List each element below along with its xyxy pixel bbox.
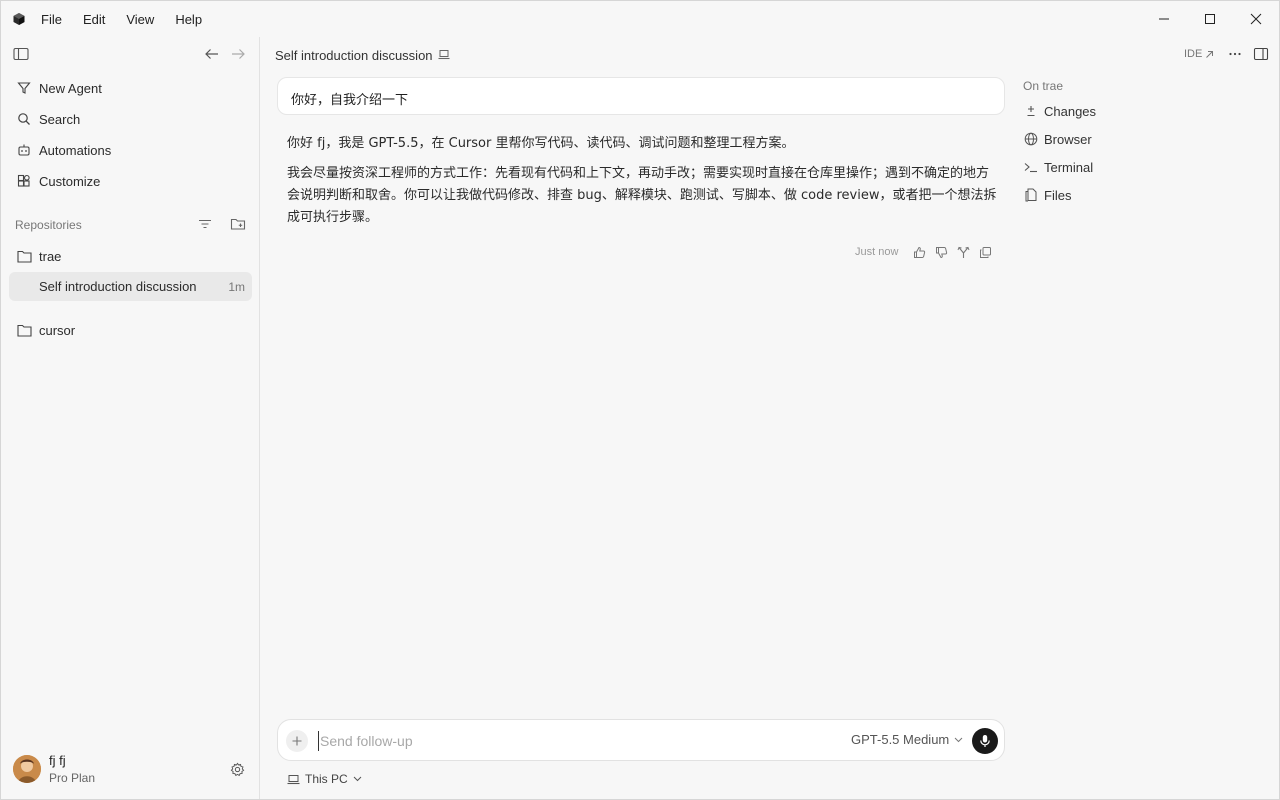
context-terminal[interactable]: Terminal xyxy=(1023,156,1093,178)
repo-cursor[interactable]: cursor xyxy=(9,316,252,344)
environment-selector[interactable]: This PC xyxy=(287,772,362,786)
nav-label: Search xyxy=(39,111,81,127)
open-in-ide-button[interactable]: IDE xyxy=(1184,48,1214,60)
repo-name: trae xyxy=(39,248,62,264)
nav-customize[interactable]: Customize xyxy=(9,167,252,195)
maximize-icon xyxy=(1205,14,1215,24)
laptop-icon xyxy=(287,774,300,784)
minimize-button[interactable] xyxy=(1141,1,1187,37)
window-controls xyxy=(1141,1,1279,37)
menu-bar: File Edit View Help xyxy=(41,1,223,37)
title-bar: File Edit View Help xyxy=(1,1,1279,37)
user-plan: Pro Plan xyxy=(49,771,96,785)
copy-button[interactable] xyxy=(974,242,996,262)
app-logo-icon xyxy=(13,13,25,25)
thumbs-down-icon xyxy=(935,246,948,258)
close-icon xyxy=(1250,13,1262,25)
context-label: On trae xyxy=(1023,79,1064,93)
folder-icon xyxy=(15,247,33,265)
maximize-button[interactable] xyxy=(1187,1,1233,37)
right-panel-toggle-icon[interactable] xyxy=(1253,46,1269,62)
nav-new-agent[interactable]: New Agent xyxy=(9,74,252,102)
chat-age: 1m xyxy=(228,279,245,294)
funnel-icon xyxy=(15,79,33,97)
more-options-icon[interactable] xyxy=(1227,46,1243,62)
search-icon xyxy=(15,110,33,128)
blocks-icon xyxy=(15,172,33,190)
chat-item-self-introduction[interactable]: Self introduction discussion 1m xyxy=(9,272,252,301)
main-panel: Self introduction discussion IDE 你好，自我介绍… xyxy=(261,37,1279,799)
message-timestamp: Just now xyxy=(855,246,899,258)
user-message-text: 你好，自我介绍一下 xyxy=(291,93,409,108)
menu-edit[interactable]: Edit xyxy=(83,12,114,27)
model-label: GPT-5.5 Medium xyxy=(851,732,950,747)
filter-icon[interactable] xyxy=(197,216,213,232)
user-profile[interactable]: fj fj Pro Plan xyxy=(13,753,253,789)
folder-icon xyxy=(15,321,33,339)
forward-arrow-icon[interactable] xyxy=(230,47,246,61)
model-selector[interactable]: GPT-5.5 Medium xyxy=(851,732,963,747)
environment-label: This PC xyxy=(305,772,348,786)
nav-label: Automations xyxy=(39,142,112,158)
nav-label: Customize xyxy=(39,173,101,189)
user-name: fj fj xyxy=(49,753,66,768)
assistant-message: 你好 fj，我是 GPT-5.5，在 Cursor 里帮你写代码、读代码、调试问… xyxy=(287,133,999,229)
gear-icon[interactable] xyxy=(230,762,245,777)
branch-icon xyxy=(957,246,970,258)
add-attachment-button[interactable] xyxy=(286,730,308,752)
robot-icon xyxy=(15,141,33,159)
repo-trae[interactable]: trae xyxy=(9,242,252,270)
thread-title: Self introduction discussion xyxy=(275,48,433,63)
composer: GPT-5.5 Medium xyxy=(277,719,1005,761)
menu-help[interactable]: Help xyxy=(175,12,211,27)
context-files[interactable]: Files xyxy=(1023,184,1071,206)
thumbs-down-button[interactable] xyxy=(930,242,952,262)
nav-automations[interactable]: Automations xyxy=(9,136,252,164)
sidebar-toggle-icon[interactable] xyxy=(13,47,29,61)
user-message: 你好，自我介绍一下 xyxy=(277,77,1005,115)
context-browser[interactable]: Browser xyxy=(1023,128,1092,150)
thumbs-up-button[interactable] xyxy=(908,242,930,262)
sidebar: New Agent Search Automations Customize R… xyxy=(1,37,260,799)
chevron-down-icon xyxy=(353,776,362,782)
context-item-label: Changes xyxy=(1044,103,1097,119)
terminal-icon xyxy=(1023,159,1039,175)
voice-input-button[interactable] xyxy=(972,728,998,754)
assistant-paragraph: 我会尽量按资深工程师的方式工作：先看现有代码和上下文，再动手改；需要实现时直接在… xyxy=(287,166,997,225)
chat-title: Self introduction discussion xyxy=(39,279,197,294)
sidebar-toolbar xyxy=(1,37,260,73)
avatar xyxy=(13,755,41,783)
follow-up-input[interactable] xyxy=(318,731,798,751)
nav-label: New Agent xyxy=(39,80,102,96)
external-arrow-icon xyxy=(1206,50,1214,58)
context-item-label: Terminal xyxy=(1044,159,1094,175)
files-icon xyxy=(1023,187,1039,203)
copy-icon xyxy=(979,246,991,258)
ide-label: IDE xyxy=(1184,48,1203,60)
laptop-icon xyxy=(438,50,450,60)
microphone-icon xyxy=(980,735,990,747)
back-arrow-icon[interactable] xyxy=(204,47,220,61)
plus-icon xyxy=(292,736,302,746)
new-folder-icon[interactable] xyxy=(230,216,246,232)
menu-view[interactable]: View xyxy=(126,12,163,27)
app-window: File Edit View Help New Agent Search Aut… xyxy=(0,0,1280,800)
thumbs-up-icon xyxy=(913,246,926,258)
chevron-down-icon xyxy=(954,737,963,742)
menu-file[interactable]: File xyxy=(41,12,71,27)
branch-button[interactable] xyxy=(952,242,974,262)
context-changes[interactable]: Changes xyxy=(1023,100,1096,122)
plus-minus-icon xyxy=(1023,103,1039,119)
globe-icon xyxy=(1023,131,1039,147)
close-button[interactable] xyxy=(1233,1,1279,37)
assistant-paragraph: 你好 fj，我是 GPT-5.5，在 Cursor 里帮你写代码、读代码、调试问… xyxy=(287,136,795,151)
repo-name: cursor xyxy=(39,322,76,338)
nav-search[interactable]: Search xyxy=(9,105,252,133)
thread-header: Self introduction discussion IDE xyxy=(261,37,1279,73)
repositories-heading: Repositories xyxy=(15,218,82,232)
context-item-label: Files xyxy=(1044,187,1072,203)
minimize-icon xyxy=(1159,18,1169,20)
message-actions: Just now xyxy=(855,242,996,262)
context-item-label: Browser xyxy=(1044,131,1092,147)
